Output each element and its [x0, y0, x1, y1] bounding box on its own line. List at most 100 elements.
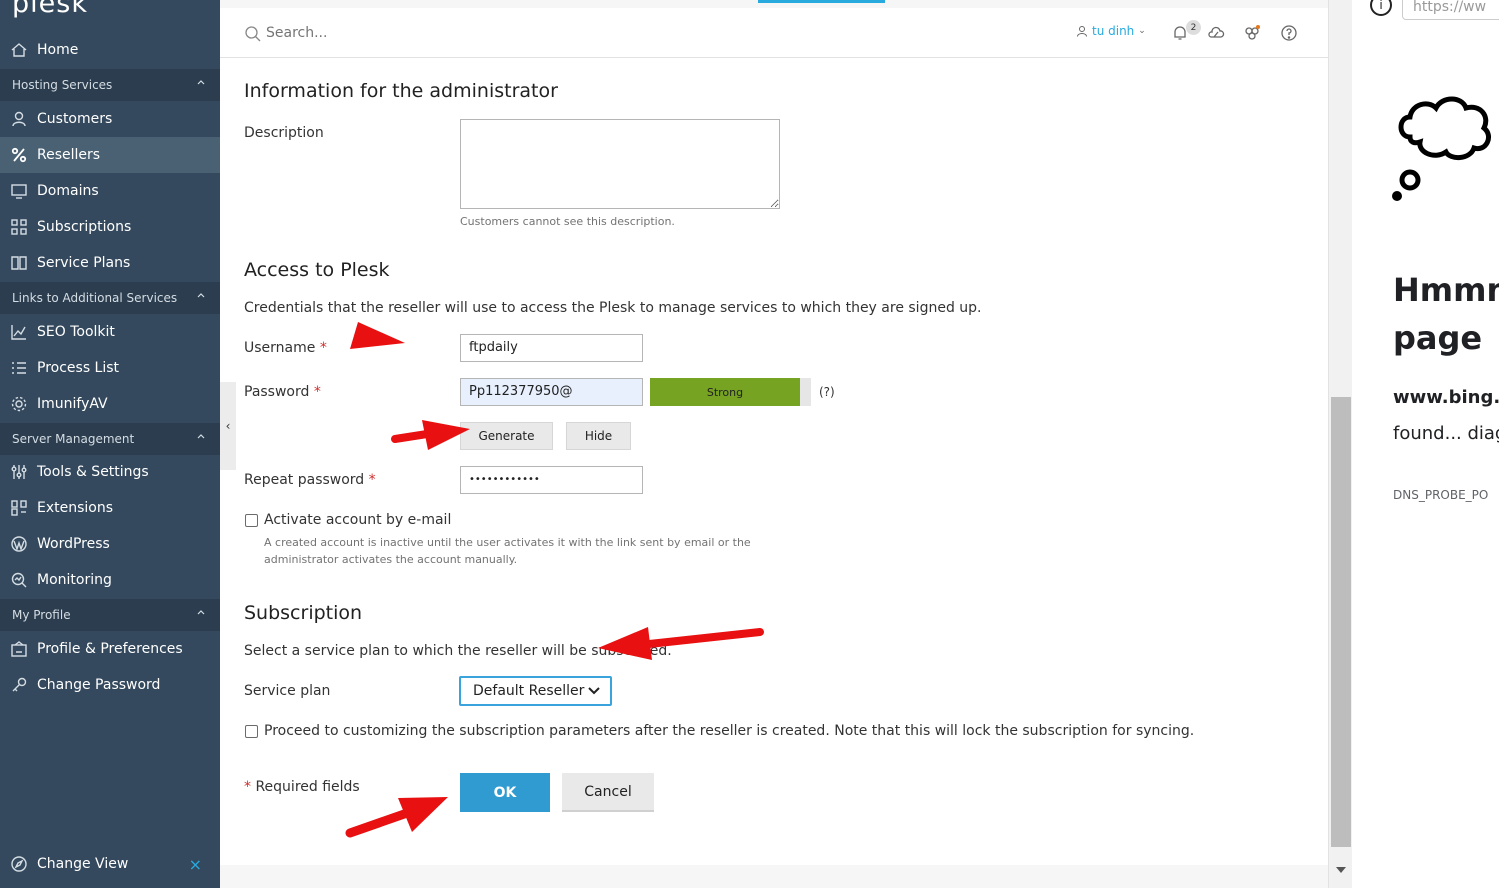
scrollbar-thumb[interactable] — [1331, 397, 1351, 847]
section-label: Links to Additional Services — [12, 291, 178, 305]
proceed-customizing-label: Proceed to customizing the subscription … — [264, 723, 1195, 739]
section-my-profile[interactable]: My Profile — [0, 599, 220, 631]
loading-indicator — [758, 0, 885, 3]
section-title-access: Access to Plesk — [244, 259, 390, 281]
info-icon[interactable]: i — [1370, 0, 1392, 16]
strength-bar: Strong — [650, 378, 800, 406]
sidebar-item-process-list[interactable]: Process List — [0, 350, 220, 386]
sidebar-item-monitoring[interactable]: Monitoring — [0, 562, 220, 598]
error-title: Hmmmpage — [1393, 271, 1499, 357]
sidebar-item-label: SEO Toolkit — [37, 324, 115, 340]
home-icon — [1, 41, 37, 59]
chart-icon — [1, 323, 37, 341]
repeat-password-field[interactable]: •••••••••••• — [460, 466, 643, 494]
section-label: Hosting Services — [12, 78, 113, 92]
error-description: found... diag — [1393, 423, 1499, 444]
user-icon — [1, 110, 37, 128]
activate-hint-line-2: administrator activates the account manu… — [264, 553, 518, 566]
sidebar-item-resellers[interactable]: Resellers — [0, 137, 220, 173]
activate-label: Activate account by e-mail — [264, 512, 452, 528]
sidebar-item-service-plans[interactable]: Service Plans — [0, 245, 220, 281]
address-bar[interactable]: https://ww — [1402, 0, 1499, 20]
chevron-up-icon — [197, 610, 205, 615]
sidebar-item-customers[interactable]: Customers — [0, 101, 220, 137]
username-field[interactable]: ftpdaily — [460, 334, 643, 362]
top-bar: tu dinh ⌄ 2 — [220, 8, 1328, 58]
description-hint: Customers cannot see this description. — [460, 215, 675, 228]
description-field[interactable] — [460, 119, 780, 209]
sidebar-item-extensions[interactable]: Extensions — [0, 490, 220, 526]
sliders-icon — [1, 463, 37, 481]
help-icon[interactable] — [1279, 23, 1299, 43]
section-label: Server Management — [12, 432, 135, 446]
sidebar-item-label: Monitoring — [37, 572, 112, 588]
compass-icon — [1, 855, 37, 873]
section-server-management[interactable]: Server Management — [0, 423, 220, 455]
sidebar: plesk Home Hosting Services Customers Re… — [0, 0, 220, 888]
sidebar-item-label: Home — [37, 42, 79, 58]
search-input[interactable] — [266, 23, 566, 43]
thought-bubble-icon — [1392, 96, 1491, 201]
list-icon — [1, 359, 37, 377]
change-view-label: Change View — [37, 856, 129, 872]
section-hosting-services[interactable]: Hosting Services — [0, 69, 220, 101]
chevron-up-icon — [197, 434, 205, 439]
sidebar-item-change-password[interactable]: Change Password — [0, 667, 220, 703]
sidebar-item-imunifyav[interactable]: ImunifyAV — [0, 386, 220, 422]
extensions-catalog-icon[interactable] — [1242, 23, 1262, 43]
ok-button[interactable]: OK — [460, 773, 550, 812]
description-label: Description — [244, 125, 324, 141]
chevron-up-icon — [197, 80, 205, 85]
required-fields-note: * Required fields — [244, 779, 360, 795]
sidebar-item-label: Subscriptions — [37, 219, 132, 235]
sidebar-item-label: Profile & Preferences — [37, 641, 183, 657]
change-view-button[interactable]: Change View × — [0, 846, 220, 882]
form-content: Information for the administrator Descri… — [220, 58, 1328, 865]
monitoring-icon — [1, 571, 37, 589]
sidebar-item-profile-preferences[interactable]: Profile & Preferences — [0, 631, 220, 667]
section-links-additional[interactable]: Links to Additional Services — [0, 282, 220, 314]
proceed-customizing-checkbox[interactable] — [245, 725, 258, 738]
user-name: tu dinh — [1092, 24, 1135, 38]
sidebar-item-label: ImunifyAV — [37, 396, 108, 412]
error-code: DNS_PROBE_PO — [1393, 488, 1489, 502]
plesk-logo: plesk — [12, 0, 88, 19]
generate-button[interactable]: Generate — [460, 422, 553, 450]
service-plan-select[interactable]: Default Reseller — [459, 676, 612, 706]
user-menu[interactable]: tu dinh ⌄ — [1076, 24, 1146, 38]
chevron-up-icon — [197, 293, 205, 298]
notifications-icon[interactable] — [1170, 23, 1190, 43]
password-field[interactable]: Pp112377950@ — [460, 378, 643, 406]
sidebar-item-label: Process List — [37, 360, 120, 376]
sidebar-item-label: Change Password — [37, 677, 161, 693]
sidebar-item-wordpress[interactable]: WordPress — [0, 526, 220, 562]
cancel-button[interactable]: Cancel — [562, 773, 654, 812]
sidebar-item-label: Customers — [37, 111, 113, 127]
browser-error-pane: i https://ww Hmmmpage www.bing. found...… — [1352, 0, 1499, 888]
scrollbar[interactable] — [1328, 0, 1352, 888]
sidebar-item-label: Service Plans — [37, 255, 131, 271]
sidebar-item-label: Resellers — [37, 147, 101, 163]
profile-icon — [1, 640, 37, 658]
close-icon[interactable]: × — [189, 855, 202, 874]
sidebar-item-domains[interactable]: Domains — [0, 173, 220, 209]
chevron-down-icon — [588, 687, 600, 695]
scroll-down-icon[interactable] — [1336, 866, 1346, 874]
activate-hint-line-1: A created account is inactive until the … — [264, 536, 751, 549]
sidebar-item-tools-settings[interactable]: Tools & Settings — [0, 454, 220, 490]
sidebar-item-subscriptions[interactable]: Subscriptions — [0, 209, 220, 245]
sidebar-item-seo-toolkit[interactable]: SEO Toolkit — [0, 314, 220, 350]
activate-checkbox[interactable] — [245, 514, 258, 527]
gear-icon — [1, 395, 37, 413]
chevron-left-icon: ‹ — [225, 419, 231, 433]
section-title-admin-info: Information for the administrator — [244, 80, 558, 102]
wordpress-icon — [1, 535, 37, 553]
password-strength-meter: Strong — [650, 378, 811, 406]
collapse-sidebar-button[interactable]: ‹ — [220, 382, 236, 470]
password-help-link[interactable]: (?) — [819, 385, 835, 399]
cloud-icon[interactable] — [1206, 23, 1226, 43]
hide-button[interactable]: Hide — [566, 422, 631, 450]
sidebar-item-home[interactable]: Home — [0, 32, 220, 68]
key-icon — [1, 676, 37, 694]
grid-icon — [1, 218, 37, 236]
